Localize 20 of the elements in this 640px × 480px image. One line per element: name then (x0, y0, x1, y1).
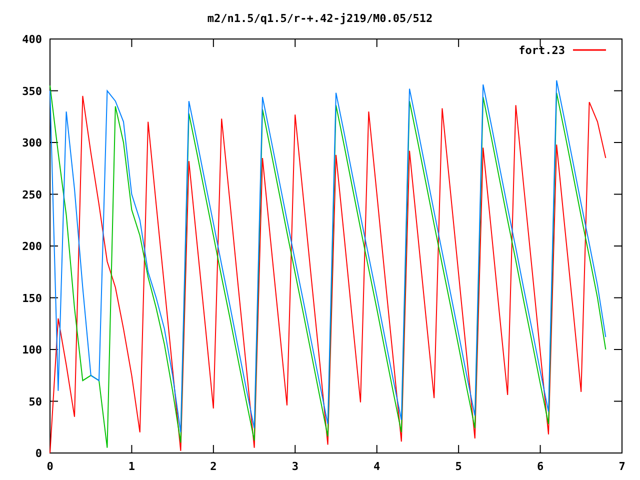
y-tick-label: 100 (22, 344, 42, 356)
y-tick-label: 400 (22, 33, 42, 46)
x-tick-label: 4 (374, 460, 380, 473)
y-tick-label: 300 (22, 136, 42, 150)
legend-line-sample (573, 49, 606, 51)
y-tick-label: 350 (22, 84, 42, 98)
x-tick-label: 7 (618, 460, 626, 473)
legend-label: fort.23 (518, 44, 565, 57)
y-tick-label: 250 (22, 188, 42, 202)
y-tick-label: 0 (35, 447, 42, 460)
y-tick-label: 200 (22, 240, 42, 253)
x-tick-label: 5 (455, 460, 462, 473)
x-tick-label: 0 (46, 460, 54, 473)
x-tick-label: 6 (536, 460, 544, 473)
y-tick-label: 50 (28, 395, 42, 408)
x-tick-label: 2 (210, 460, 217, 473)
y-tick-label: 150 (22, 292, 42, 305)
x-tick-label: 1 (128, 460, 136, 473)
chart-title: m2/n1.5/q1.5/r-+.42-j219/M0.05/512 (207, 12, 433, 25)
x-tick-label: 3 (292, 460, 298, 473)
